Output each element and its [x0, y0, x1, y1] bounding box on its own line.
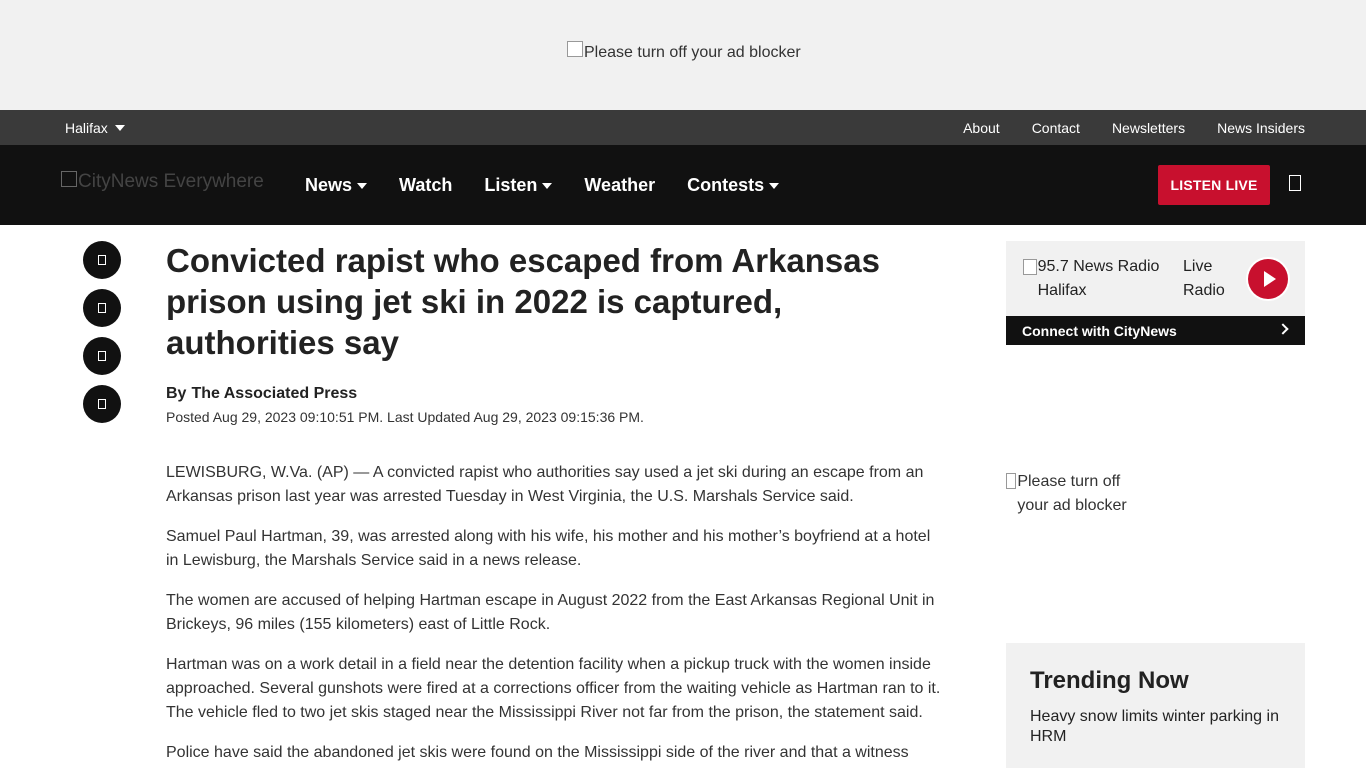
region-label: Halifax — [65, 120, 108, 136]
article: Convicted rapist who escaped from Arkans… — [166, 240, 946, 768]
nav-item-listen[interactable]: Listen — [484, 175, 553, 196]
nav-item-label: Watch — [399, 175, 453, 195]
link-icon — [98, 399, 106, 409]
link-news-insiders[interactable]: News Insiders — [1217, 120, 1305, 136]
link-about[interactable]: About — [963, 120, 1000, 136]
trending-item[interactable]: Heavy snow limits winter parking in HRM — [1030, 707, 1281, 747]
share-buttons — [83, 241, 121, 423]
author-link[interactable]: The Associated Press — [191, 385, 357, 402]
trending-now: Trending Now Heavy snow limits winter pa… — [1006, 643, 1305, 768]
radio-card: 95.7 News Radio Halifax Live Radio — [1006, 241, 1305, 316]
broken-image-icon — [1006, 473, 1017, 489]
article-dates: Posted Aug 29, 2023 09:10:51 PM. Last Up… — [166, 409, 644, 425]
listen-live-button[interactable]: LISTEN LIVE — [1158, 165, 1270, 205]
article-headline: Convicted rapist who escaped from Arkans… — [166, 242, 880, 361]
station-alt-text: 95.7 News Radio Halifax — [1037, 258, 1160, 299]
ad-image[interactable]: Please turn off your ad blocker — [567, 41, 801, 62]
connect-with-citynews[interactable]: Connect with CityNews — [1006, 316, 1305, 345]
broken-image-icon — [567, 41, 583, 57]
article-paragraph: The women are accused of helping Hartman… — [166, 592, 935, 633]
play-icon — [1264, 271, 1276, 287]
chevron-down-icon — [542, 182, 553, 189]
utility-links: About Contact Newsletters News Insiders — [963, 120, 1305, 136]
share-twitter-button[interactable] — [83, 289, 121, 327]
nav-menu: News Watch Listen Weather Contests — [305, 175, 780, 196]
sidebar-ad[interactable]: Please turn off your ad blocker — [1006, 470, 1146, 518]
main-nav: CityNews Everywhere News Watch Listen We… — [0, 145, 1366, 225]
broken-image-icon — [61, 171, 77, 187]
chevron-right-icon — [1277, 323, 1289, 335]
facebook-icon — [98, 255, 106, 265]
region-selector[interactable]: Halifax — [65, 120, 125, 136]
nav-item-contests[interactable]: Contests — [687, 175, 780, 196]
site-logo[interactable]: CityNews Everywhere — [61, 171, 264, 193]
connect-label: Connect with CityNews — [1022, 322, 1177, 339]
byline: By The Associated Press — [166, 385, 946, 403]
share-link-button[interactable] — [83, 385, 121, 423]
twitter-icon — [98, 303, 106, 313]
nav-item-label: News — [305, 175, 353, 195]
trending-title: Trending Now — [1030, 667, 1189, 694]
nav-item-weather[interactable]: Weather — [584, 175, 655, 196]
chevron-down-icon — [769, 182, 780, 189]
chevron-down-icon — [114, 125, 125, 131]
article-paragraph: Samuel Paul Hartman, 39, was arrested al… — [166, 528, 931, 569]
article-body: LEWISBURG, W.Va. (AP) — A convicted rapi… — [166, 461, 946, 765]
top-ad-banner: Please turn off your ad blocker — [0, 0, 1366, 110]
live-radio-label: Live Radio — [1183, 258, 1225, 299]
nav-item-label: Weather — [584, 175, 656, 195]
nav-item-watch[interactable]: Watch — [399, 175, 452, 196]
article-paragraph: LEWISBURG, W.Va. (AP) — A convicted rapi… — [166, 464, 924, 505]
nav-item-label: Listen — [484, 175, 538, 195]
article-paragraph: Hartman was on a work detail in a field … — [166, 656, 941, 721]
byline-prefix: By — [166, 385, 187, 402]
share-email-button[interactable] — [83, 337, 121, 375]
share-facebook-button[interactable] — [83, 241, 121, 279]
ad-alt-text: Please turn off your ad blocker — [584, 44, 801, 61]
email-icon — [98, 351, 106, 361]
sidebar-ad-alt-text: Please turn off your ad blocker — [1017, 473, 1127, 514]
article-paragraph: Police have said the abandoned jet skis … — [166, 744, 909, 761]
link-contact[interactable]: Contact — [1032, 120, 1080, 136]
nav-item-news[interactable]: News — [305, 175, 368, 196]
broken-image-icon — [1023, 259, 1037, 275]
utility-bar: Halifax About Contact Newsletters News I… — [0, 110, 1366, 145]
nav-item-label: Contests — [687, 175, 765, 195]
station-logo[interactable]: 95.7 News Radio Halifax — [1023, 255, 1183, 303]
play-button[interactable] — [1248, 259, 1288, 299]
logo-alt-text: CityNews Everywhere — [78, 171, 264, 192]
link-newsletters[interactable]: Newsletters — [1112, 120, 1185, 136]
search-icon[interactable] — [1289, 175, 1301, 191]
chevron-down-icon — [357, 182, 368, 189]
